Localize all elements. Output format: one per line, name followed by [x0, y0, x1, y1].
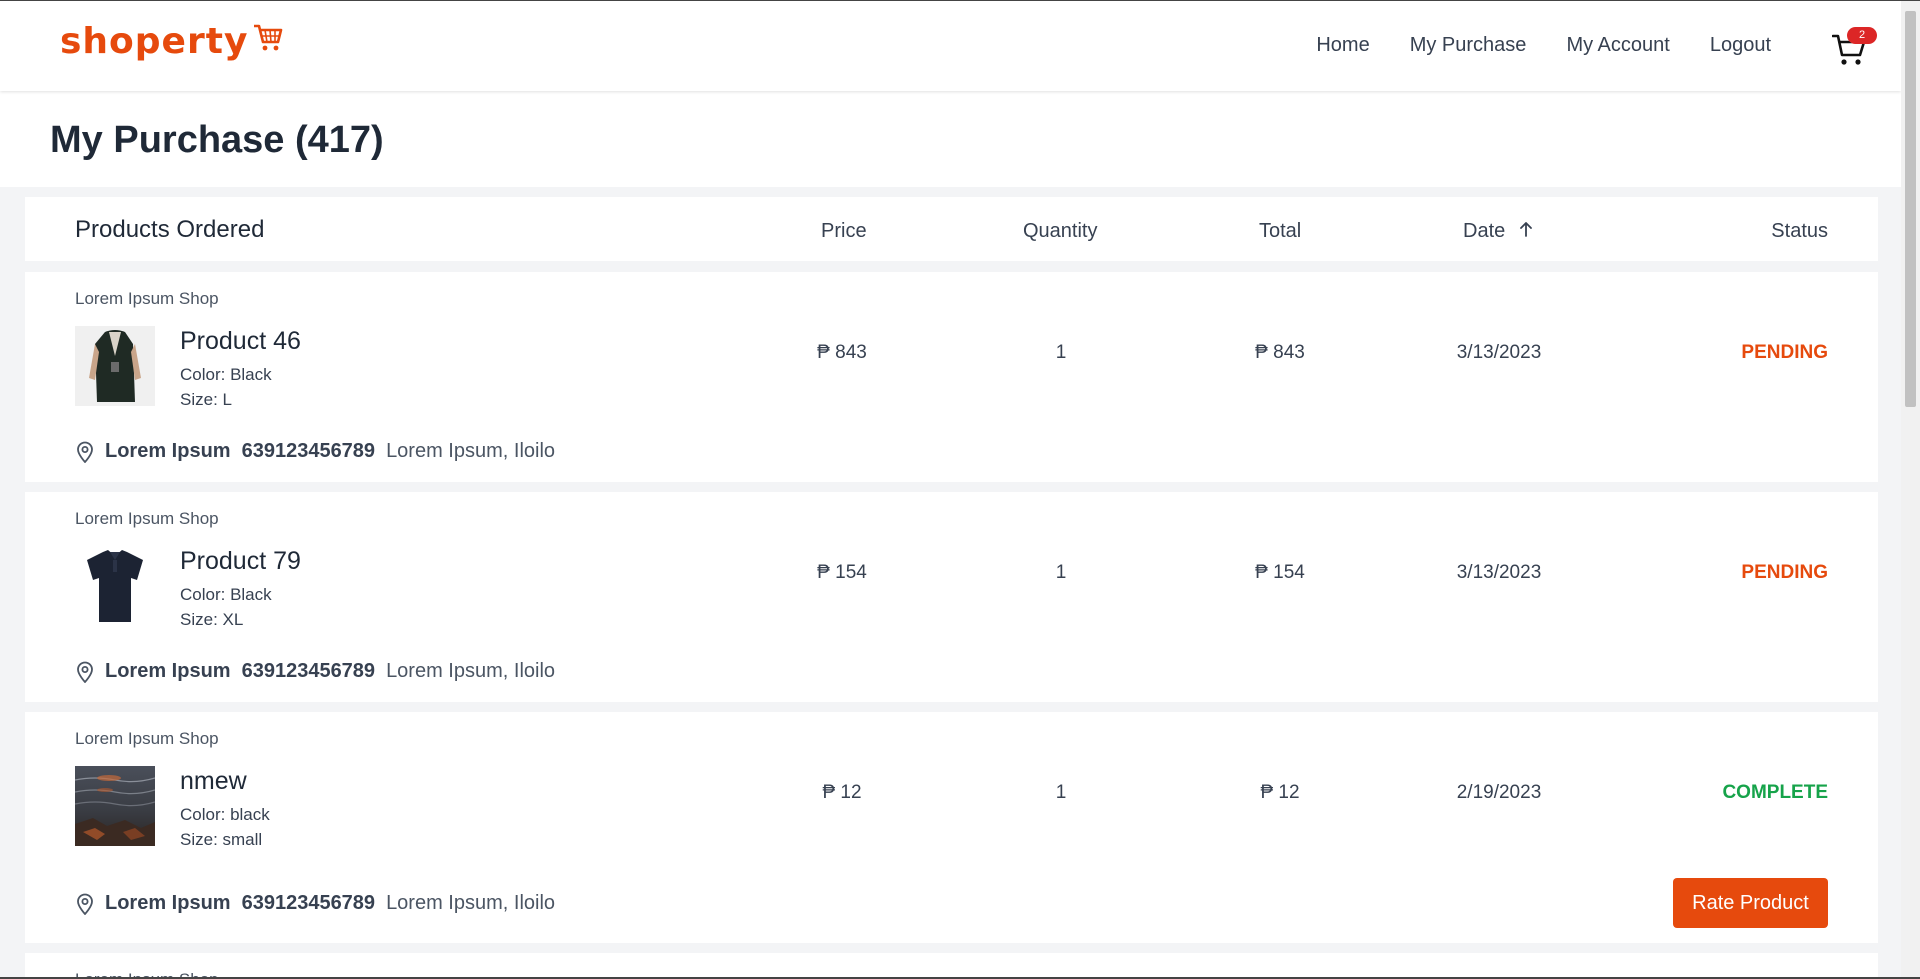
order-status: PENDING	[1741, 342, 1828, 363]
order-price: ₱ 843	[817, 342, 867, 363]
order-quantity: 1	[1055, 342, 1067, 363]
order-total: ₱ 843	[1255, 342, 1305, 363]
order-status: COMPLETE	[1722, 782, 1828, 803]
product-image[interactable]	[75, 546, 155, 626]
cart-count-badge: 2	[1847, 27, 1877, 44]
order-card: Lorem Ipsum Shop	[25, 953, 1878, 978]
logo-text: shoperty	[60, 21, 249, 62]
order-status: PENDING	[1741, 562, 1828, 583]
order-quantity: 1	[1055, 562, 1067, 583]
product-color: Color: Black	[180, 365, 272, 384]
shop-name: Lorem Ipsum Shop	[75, 289, 219, 308]
header-status: Status	[1771, 220, 1828, 242]
order-total: ₱ 154	[1255, 562, 1305, 583]
header-price: Price	[821, 220, 867, 242]
location-pin-icon	[77, 661, 93, 683]
cart-logo-icon	[252, 22, 284, 57]
recipient-name: Lorem Ipsum	[105, 660, 231, 682]
nav-my-purchase[interactable]: My Purchase	[1410, 34, 1527, 57]
product-size: Size: small	[180, 830, 263, 849]
product-image[interactable]	[75, 766, 155, 846]
recipient-location: Lorem Ipsum, Iloilo	[386, 660, 556, 682]
page-scrollbar[interactable]	[1901, 1, 1920, 977]
nav-my-account[interactable]: My Account	[1566, 34, 1669, 57]
recipient-location: Lorem Ipsum, Iloilo	[386, 892, 556, 914]
recipient-phone: 639123456789	[241, 660, 376, 682]
arrow-up-icon	[1519, 220, 1533, 243]
nav-logout[interactable]: Logout	[1710, 34, 1771, 57]
product-color: Color: Black	[180, 585, 272, 604]
product-name[interactable]: Product 46	[180, 327, 301, 356]
order-date: 3/13/2023	[1456, 562, 1542, 583]
recipient-name: Lorem Ipsum	[105, 892, 231, 914]
header-date-sort[interactable]: Date	[1463, 220, 1533, 243]
order-date: 2/19/2023	[1456, 782, 1542, 803]
order-date: 3/13/2023	[1456, 342, 1542, 363]
product-size: Size: L	[180, 390, 232, 409]
shop-name: Lorem Ipsum Shop	[75, 729, 219, 748]
main-nav: Home My Purchase My Account Logout	[1316, 34, 1771, 57]
recipient-name: Lorem Ipsum	[105, 440, 231, 462]
order-total: ₱ 12	[1260, 782, 1300, 803]
delivery-address: Lorem Ipsum 639123456789 Lorem Ipsum, Il…	[75, 892, 555, 915]
site-header: shoperty Home My Purchase My Account Log…	[0, 1, 1901, 91]
shop-name: Lorem Ipsum Shop	[75, 509, 219, 528]
header-products: Products Ordered	[75, 216, 265, 243]
product-size: Size: XL	[180, 610, 244, 629]
product-color: Color: black	[180, 805, 270, 824]
product-name[interactable]: Product 79	[180, 547, 301, 576]
logo[interactable]: shoperty	[60, 21, 284, 62]
location-pin-icon	[77, 893, 93, 915]
delivery-address: Lorem Ipsum 639123456789 Lorem Ipsum, Il…	[75, 660, 555, 683]
orders-table-header: Products Ordered Price Quantity Total Da…	[25, 197, 1878, 261]
delivery-address: Lorem Ipsum 639123456789 Lorem Ipsum, Il…	[75, 440, 555, 463]
location-pin-icon	[77, 441, 93, 463]
recipient-location: Lorem Ipsum, Iloilo	[386, 440, 556, 462]
order-card: Lorem Ipsum Shop Product 79 Color: Black…	[25, 492, 1878, 702]
header-quantity: Quantity	[1023, 220, 1098, 242]
page-title: My Purchase (417)	[50, 119, 384, 161]
scrollbar-thumb[interactable]	[1905, 11, 1916, 407]
nav-home[interactable]: Home	[1316, 34, 1369, 57]
product-image[interactable]	[75, 326, 155, 406]
order-price: ₱ 12	[822, 782, 862, 803]
rate-product-button[interactable]: Rate Product	[1673, 878, 1828, 928]
product-name[interactable]: nmew	[180, 767, 247, 796]
recipient-phone: 639123456789	[241, 440, 376, 462]
order-card: Lorem Ipsum Shop	[25, 712, 1878, 943]
order-price: ₱ 154	[817, 562, 867, 583]
header-total: Total	[1259, 220, 1302, 242]
order-quantity: 1	[1055, 782, 1067, 803]
order-card: Lorem Ipsum Shop Product 46 Color: Black…	[25, 272, 1878, 482]
header-date: Date	[1463, 220, 1506, 242]
recipient-phone: 639123456789	[241, 892, 376, 914]
page-viewport: shoperty Home My Purchase My Account Log…	[0, 1, 1901, 978]
